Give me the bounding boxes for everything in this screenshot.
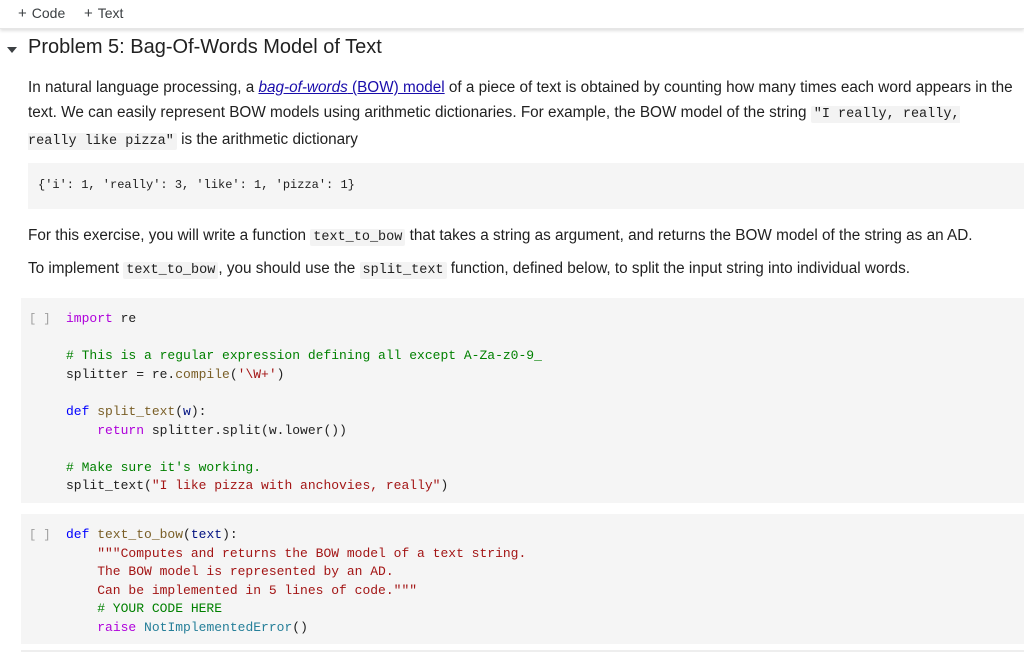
intro-paragraph: In natural language processing, a bag-of… — [28, 75, 1013, 154]
code-docstring: Can be implemented in 5 lines of code.""… — [66, 582, 418, 598]
code-token: import — [66, 311, 113, 326]
code-token: ) — [440, 478, 449, 494]
code-editor[interactable]: import re # This is a regular expression… — [66, 310, 542, 496]
plus-icon: + — [18, 5, 27, 22]
code-token: splitter.split(w.lower()) — [144, 422, 347, 438]
code-param: w — [183, 403, 191, 419]
code-keyword: def — [66, 527, 90, 542]
code-docstring: The BOW model is represented by an AD. — [66, 564, 394, 580]
add-text-label: Text — [97, 5, 124, 21]
inline-code: split_text — [359, 262, 447, 279]
code-token: ( — [229, 366, 238, 382]
code-token: () — [292, 619, 308, 635]
exercise-text: To implement — [28, 260, 124, 277]
code-token: ( — [183, 527, 191, 542]
inline-code: text_to_bow — [123, 262, 219, 279]
code-string: "I like pizza with anchovies, really" — [151, 478, 441, 494]
code-comment: # YOUR CODE HERE — [66, 601, 223, 617]
add-code-label: Code — [31, 5, 66, 21]
add-code-button[interactable]: + Code — [18, 5, 65, 22]
add-text-button[interactable]: + Text — [84, 5, 123, 22]
bow-link[interactable]: bag-of-words (BOW) model — [258, 79, 444, 96]
exercise-text: function, defined below, to split the in… — [446, 260, 910, 277]
code-keyword: raise — [97, 619, 137, 635]
code-token: ) — [276, 366, 285, 382]
bow-link-italic: bag-of-words — [258, 79, 348, 96]
code-param: text — [190, 527, 223, 542]
exercise-text: , you should use the — [218, 260, 360, 277]
code-comment: # This is a regular expression defining … — [66, 348, 542, 364]
exercise-text: For this exercise, you will write a func… — [28, 227, 311, 244]
exercise-paragraph-2: To implement text_to_bow, you should use… — [28, 256, 1013, 283]
code-editor[interactable]: def text_to_bow(text): """Computes and r… — [66, 526, 526, 638]
run-cell-button[interactable]: [ ] — [29, 528, 51, 542]
code-function-name: text_to_bow — [89, 527, 184, 542]
plus-icon: + — [84, 5, 93, 22]
code-token: re — [112, 311, 137, 326]
intro-text: In natural language processing, a — [28, 79, 259, 96]
code-cell-text-to-bow[interactable]: [ ] def text_to_bow(text): """Computes a… — [21, 514, 1024, 644]
section-title: Problem 5: Bag-Of-Words Model of Text — [28, 36, 382, 58]
code-docstring: """Computes and returns the BOW model of… — [66, 545, 527, 561]
code-token: split_text( — [66, 478, 152, 494]
code-token: ): — [222, 527, 238, 542]
collapse-caret-icon[interactable] — [7, 47, 17, 53]
code-class-name: NotImplementedError — [136, 619, 293, 635]
notebook-toolbar: + Code + Text — [0, 0, 1024, 29]
exercise-paragraph-1: For this exercise, you will write a func… — [28, 223, 1013, 250]
intro-text: is the arithmetic dictionary — [176, 131, 358, 148]
code-token: ): — [190, 403, 207, 419]
code-token: splitter = re. — [66, 366, 176, 382]
code-comment: # Make sure it's working. — [66, 459, 262, 475]
example-output-block: {'i': 1, 'really': 3, 'like': 1, 'pizza'… — [28, 163, 1024, 209]
code-cell-split-text[interactable]: [ ] import re # This is a regular expres… — [21, 298, 1024, 503]
inline-code: text_to_bow — [310, 229, 406, 246]
code-function-name: split_text — [89, 403, 176, 419]
code-string: '\W+' — [237, 366, 277, 382]
code-keyword: def — [66, 403, 90, 419]
code-token: ( — [175, 403, 184, 419]
code-keyword: return — [97, 422, 145, 438]
bow-link-rest: (BOW) model — [347, 79, 445, 96]
code-token: compile — [175, 366, 230, 382]
example-output: {'i': 1, 'really': 3, 'like': 1, 'pizza'… — [38, 178, 355, 192]
exercise-text: that takes a string as argument, and ret… — [405, 227, 973, 244]
run-cell-button[interactable]: [ ] — [29, 312, 51, 326]
